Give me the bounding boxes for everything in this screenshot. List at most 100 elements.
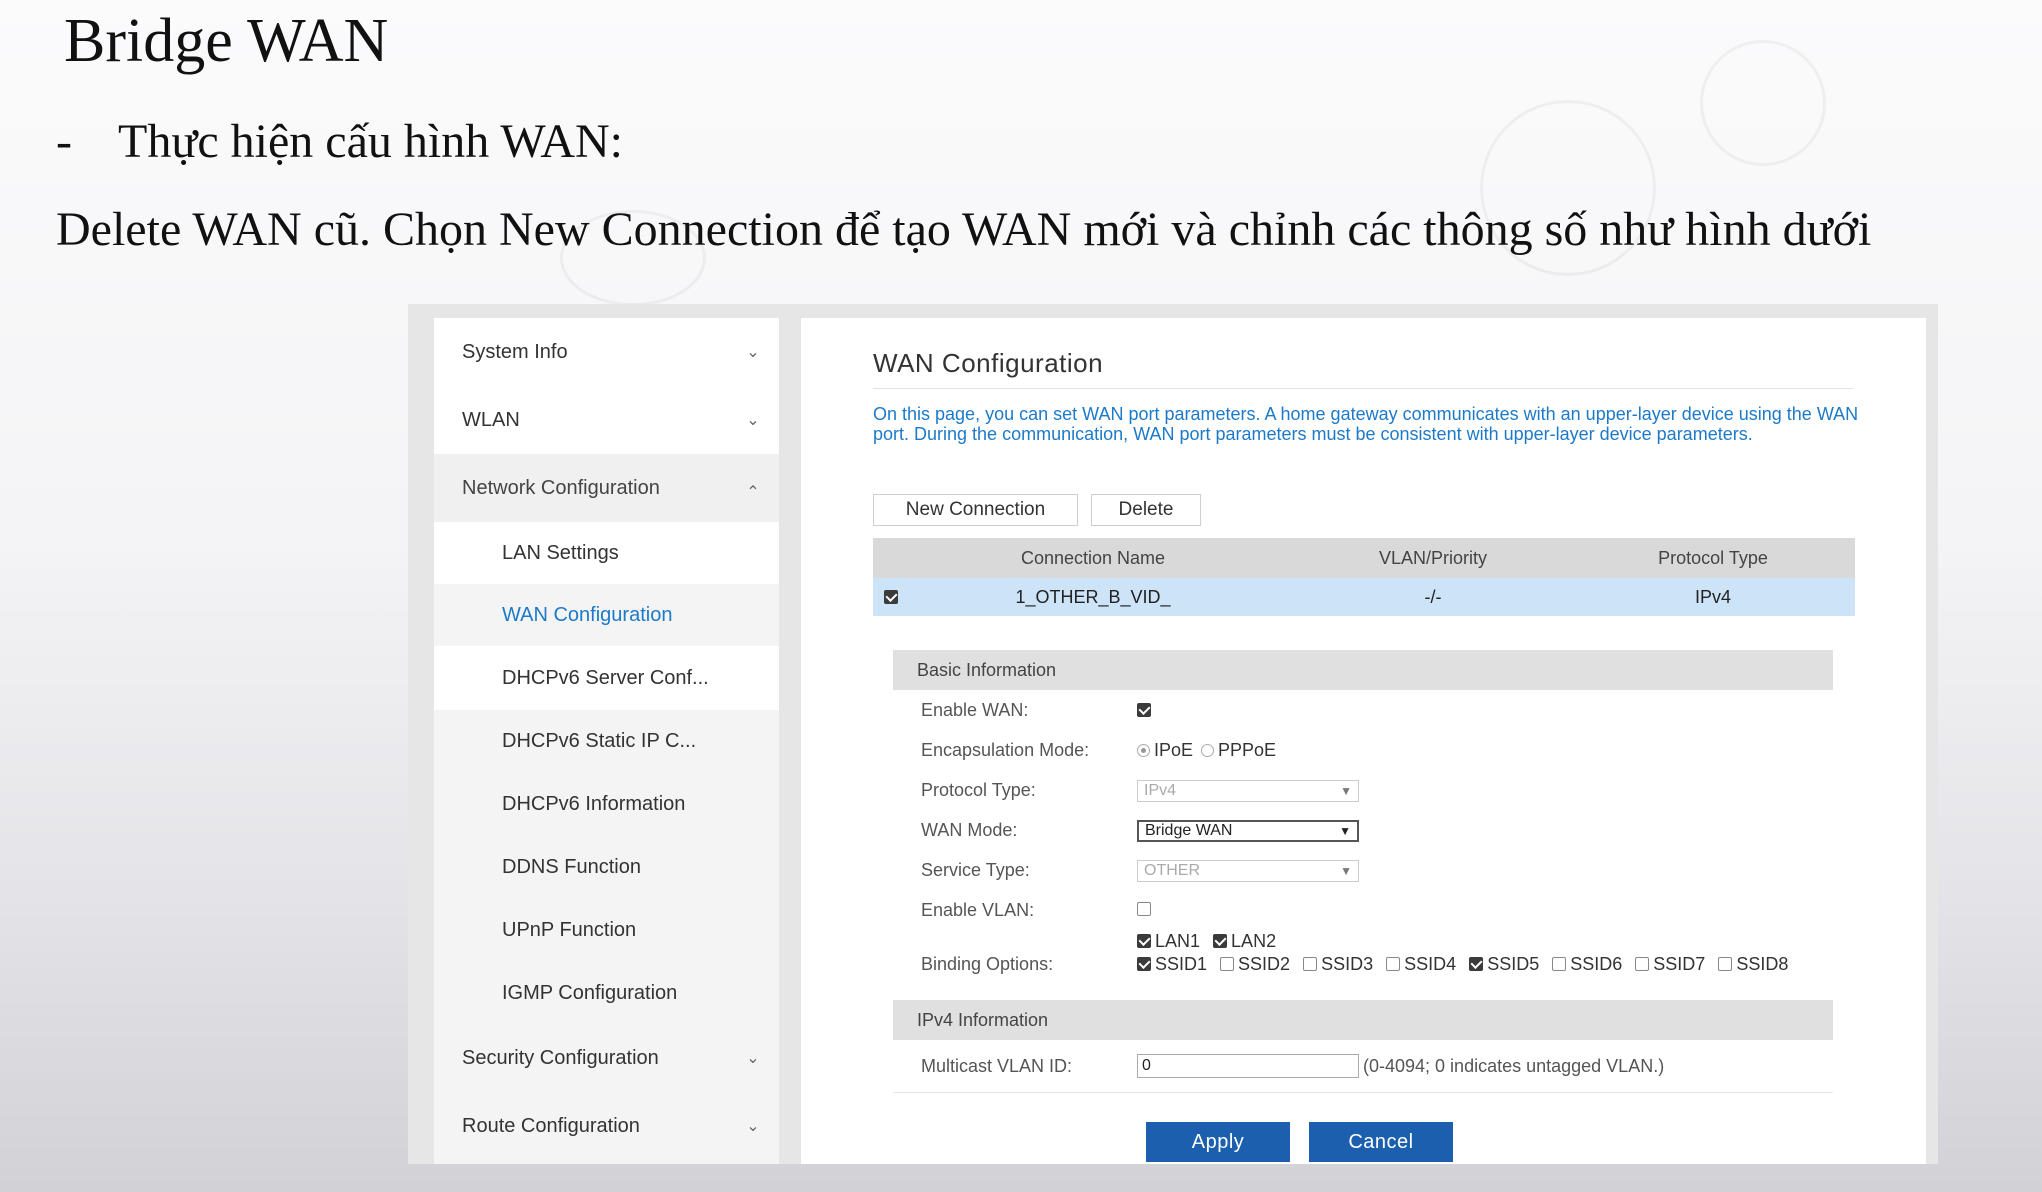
chevron-down-icon: ⌄	[746, 344, 760, 361]
sidebar-item-label: System Info	[462, 340, 568, 363]
enable-wan-label: Enable WAN:	[921, 700, 1029, 720]
service-type-label: Service Type:	[921, 860, 1030, 880]
enable-vlan-label: Enable VLAN:	[921, 900, 1035, 920]
sidebar-item-upnp-function[interactable]: UPnP Function	[434, 898, 779, 962]
section-basic-information: Basic Information	[893, 650, 1833, 690]
binding-option-ssid3[interactable]: SSID3	[1303, 953, 1373, 975]
binding-option-ssid7[interactable]: SSID7	[1635, 953, 1705, 975]
wan-mode-select[interactable]: Bridge WAN ▼	[1137, 820, 1359, 842]
binding-option-label: SSID8	[1736, 954, 1789, 974]
cell-protocol-type: IPv4	[1694, 586, 1732, 607]
multicast-vlan-hint: (0-4094; 0 indicates untagged VLAN.)	[1363, 1055, 1665, 1076]
sidebar-item-label: IGMP Configuration	[502, 981, 678, 1004]
checkbox-unchecked-icon	[1718, 957, 1733, 971]
binding-option-lan2[interactable]: LAN2	[1213, 930, 1276, 952]
sidebar-item-label: Network Configuration	[462, 476, 660, 499]
binding-option-ssid6[interactable]: SSID6	[1552, 953, 1622, 975]
sidebar-item-label: LAN Settings	[502, 541, 619, 564]
slide-title: Bridge WAN	[64, 7, 389, 75]
sidebar-item-lan-settings[interactable]: LAN Settings	[434, 522, 779, 584]
column-header-connection-name: Connection Name	[1020, 547, 1166, 568]
binding-option-label: LAN1	[1155, 931, 1201, 951]
multicast-vlan-input[interactable]: 0	[1137, 1054, 1359, 1078]
binding-row-ssid: SSID1 SSID2 SSID3 SSID4 SSID5 SSID6 SSID…	[1137, 953, 1797, 976]
encap-option-ipoe[interactable]: IPoE	[1137, 740, 1193, 761]
sidebar-item-label: WAN Configuration	[502, 603, 673, 626]
bullet-text: Thực hiện cấu hình WAN:	[118, 115, 624, 168]
binding-option-ssid1[interactable]: SSID1	[1137, 953, 1207, 975]
sidebar-item-igmp-configuration[interactable]: IGMP Configuration	[434, 962, 779, 1024]
protocol-type-dropdown[interactable]: IPv4 ▼	[1137, 780, 1359, 802]
encapsulation-mode-field: IPoE PPPoE	[1137, 740, 1284, 761]
encap-option-pppoe[interactable]: PPPoE	[1201, 740, 1276, 761]
service-type-select[interactable]: OTHER ▼	[1137, 860, 1359, 882]
binding-option-ssid2[interactable]: SSID2	[1220, 953, 1290, 975]
encapsulation-mode-label: Encapsulation Mode:	[921, 740, 1090, 760]
sidebar-item-label: DHCPv6 Server Conf...	[502, 666, 709, 689]
cell-vlan-priority: -/-	[1424, 586, 1442, 607]
multicast-vlan-field: 0 (0-4094; 0 indicates untagged VLAN.)	[1137, 1054, 1664, 1078]
wan-mode-dropdown[interactable]: Bridge WAN ▼	[1137, 820, 1359, 842]
binding-option-ssid5[interactable]: SSID5	[1469, 953, 1539, 975]
sidebar-item-wlan[interactable]: WLAN ⌄	[434, 386, 779, 454]
sidebar-item-dhcpv6-server[interactable]: DHCPv6 Server Conf...	[434, 646, 779, 710]
chevron-down-icon: ▼	[1340, 784, 1352, 798]
sidebar-item-dhcpv6-information[interactable]: DHCPv6 Information	[434, 772, 779, 836]
binding-option-label: SSID4	[1404, 954, 1457, 974]
checkbox-checked-icon	[1137, 957, 1151, 971]
sidebar-item-dhcpv6-static-ip[interactable]: DHCPv6 Static IP C...	[434, 710, 779, 772]
checkbox-unchecked-icon	[1303, 957, 1318, 971]
page-title: WAN Configuration	[873, 348, 1104, 378]
wan-connection-table: Connection Name VLAN/Priority Protocol T…	[873, 538, 1855, 616]
column-header-vlan-priority: VLAN/Priority	[1378, 547, 1488, 568]
chevron-up-icon: ⌃	[746, 484, 760, 501]
sidebar-item-security-configuration[interactable]: Security Configuration ⌄	[434, 1024, 779, 1092]
delete-button[interactable]: Delete	[1091, 494, 1201, 526]
sidebar-item-ddns-function[interactable]: DDNS Function	[434, 836, 779, 898]
checkbox-checked-icon	[1213, 934, 1228, 948]
protocol-type-value: IPv4	[1144, 782, 1177, 799]
apply-button[interactable]: Apply	[1146, 1122, 1290, 1162]
cancel-button[interactable]: Cancel	[1309, 1122, 1453, 1162]
radio-unselected-icon	[1201, 744, 1215, 757]
row-select-checkbox[interactable]	[879, 578, 903, 616]
bullet-marker: -	[56, 115, 72, 168]
binding-option-ssid8[interactable]: SSID8	[1718, 953, 1788, 975]
encap-option-label: IPoE	[1154, 740, 1194, 760]
sidebar-item-label: Security Configuration	[462, 1046, 659, 1069]
binding-option-label: SSID7	[1653, 954, 1706, 974]
enable-wan-checkbox[interactable]	[1137, 703, 1151, 717]
binding-option-ssid4[interactable]: SSID4	[1386, 953, 1456, 975]
new-connection-button[interactable]: New Connection	[873, 494, 1078, 526]
column-header-protocol-type: Protocol Type	[1658, 547, 1768, 568]
title-divider	[873, 388, 1853, 389]
binding-option-label: SSID5	[1487, 954, 1540, 974]
checkbox-checked-icon	[1469, 957, 1484, 971]
checkbox-unchecked-icon	[1386, 957, 1401, 971]
chevron-down-icon: ⌄	[746, 1118, 760, 1135]
chevron-down-icon: ⌄	[746, 1050, 760, 1067]
checkbox-checked-icon	[1137, 934, 1151, 948]
chevron-down-icon: ⌄	[746, 412, 760, 429]
checkbox-unchecked-icon	[1220, 957, 1235, 971]
enable-vlan-checkbox[interactable]	[1137, 902, 1151, 916]
binding-option-lan1[interactable]: LAN1	[1137, 930, 1200, 952]
sidebar-item-label: DHCPv6 Information	[502, 792, 686, 815]
service-type-dropdown[interactable]: OTHER ▼	[1137, 860, 1359, 882]
binding-option-label: SSID2	[1238, 954, 1291, 974]
enable-wan-field	[1137, 700, 1151, 720]
sidebar-item-label: DHCPv6 Static IP C...	[502, 729, 697, 752]
encap-option-label: PPPoE	[1218, 740, 1277, 760]
sidebar-item-system-info[interactable]: System Info ⌄	[434, 318, 779, 386]
page-description: On this page, you can set WAN port param…	[873, 404, 1859, 444]
binding-option-label: SSID6	[1570, 954, 1623, 974]
protocol-type-select[interactable]: IPv4 ▼	[1137, 780, 1359, 802]
sidebar-item-network-configuration[interactable]: Network Configuration ⌃	[434, 454, 779, 522]
section-ipv4-information: IPv4 Information	[893, 1000, 1833, 1040]
cell-connection-name: 1_OTHER_B_VID_	[1015, 586, 1171, 607]
service-type-value: OTHER	[1144, 862, 1200, 879]
router-screenshot: System Info ⌄ WLAN ⌄ Network Configurati…	[408, 304, 1938, 1164]
sidebar-item-route-configuration[interactable]: Route Configuration ⌄	[434, 1092, 779, 1160]
table-row[interactable]: 1_OTHER_B_VID_ -/- IPv4	[873, 578, 1855, 616]
sidebar-item-wan-configuration[interactable]: WAN Configuration	[434, 584, 779, 646]
